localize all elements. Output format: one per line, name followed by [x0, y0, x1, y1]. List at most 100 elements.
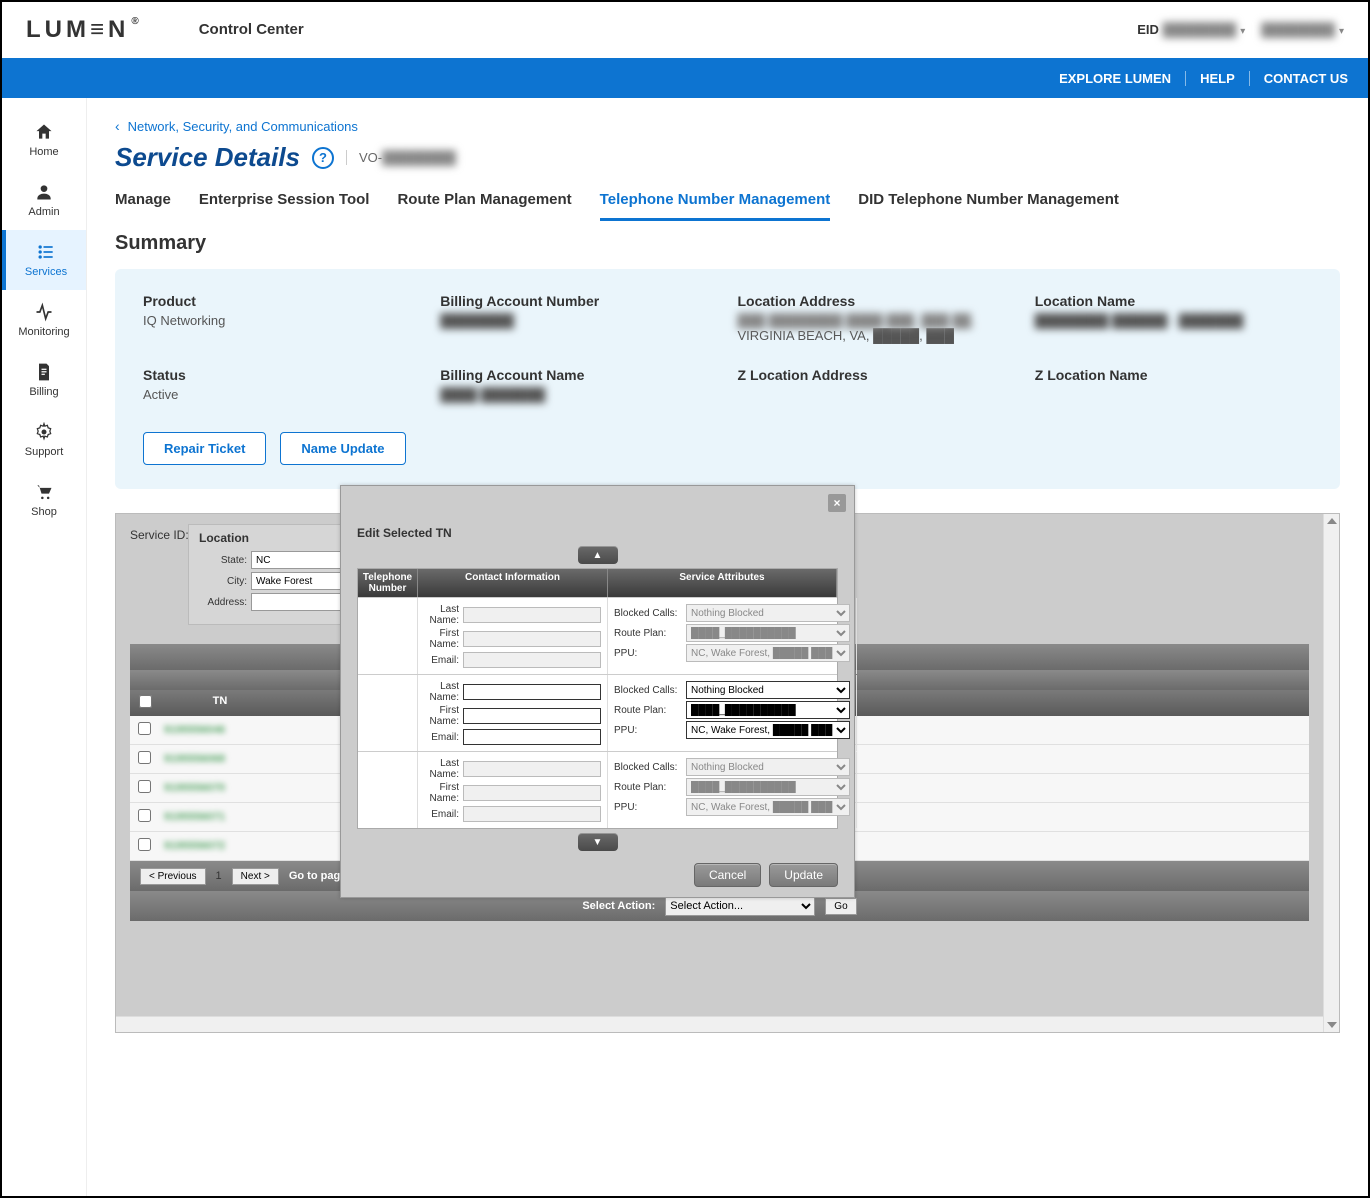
product-label: Product — [143, 293, 420, 309]
summary-card: Product IQ Networking Billing Account Num… — [115, 269, 1340, 489]
blocked-select[interactable]: Nothing Blocked — [686, 604, 850, 622]
tn-cell[interactable]: 9195556046 — [160, 724, 280, 736]
tn-cell[interactable]: 9195556071 — [160, 811, 280, 823]
next-page-button-2[interactable]: Next > — [232, 868, 279, 885]
chevron-down-icon: ▾ — [1240, 26, 1245, 37]
loc-name-label: Location Name — [1035, 293, 1312, 309]
tab-tn-management[interactable]: Telephone Number Management — [600, 191, 831, 221]
page-number-2: 1 — [216, 870, 222, 882]
sidebar-item-label: Support — [25, 446, 64, 458]
route-select[interactable]: ████_██████████ — [686, 624, 850, 642]
sidebar-item-services[interactable]: Services — [2, 230, 86, 290]
email-input[interactable] — [463, 652, 601, 668]
blocked-select[interactable]: Nothing Blocked — [686, 758, 850, 776]
vo-id: VO-████████ — [346, 150, 456, 165]
help-icon[interactable]: ? — [312, 147, 334, 169]
route-select[interactable]: ████_██████████ — [686, 778, 850, 796]
explore-lumen-link[interactable]: EXPLORE LUMEN — [1045, 71, 1186, 86]
contact-us-link[interactable]: CONTACT US — [1250, 71, 1348, 86]
page-title: Service Details — [115, 142, 300, 173]
sidebar-item-admin[interactable]: Admin — [2, 170, 86, 230]
row-checkbox[interactable] — [138, 751, 151, 764]
ppu-select[interactable]: NC, Wake Forest, █████ ███ — [686, 798, 850, 816]
row-checkbox[interactable] — [138, 809, 151, 822]
scroll-down-button[interactable]: ▼ — [578, 833, 618, 851]
ban-label: Billing Account Number — [440, 293, 717, 309]
sidebar-item-label: Admin — [28, 206, 59, 218]
ban-name-value: ████ ███████ — [440, 387, 717, 402]
route-select[interactable]: ████_██████████ — [686, 701, 850, 719]
eid-dropdown[interactable]: EID ████████▾ — [1137, 22, 1245, 37]
loc-name-value: ████████ ██████ - ███████ — [1035, 313, 1312, 328]
first-name-input[interactable] — [463, 708, 601, 724]
first-name-input[interactable] — [463, 785, 601, 801]
cancel-button[interactable]: Cancel — [694, 863, 761, 887]
service-id-label: Service ID: — [130, 528, 189, 542]
tn-cell[interactable]: 9195556072 — [160, 840, 280, 852]
help-link[interactable]: HELP — [1186, 71, 1250, 86]
breadcrumb[interactable]: ‹ Network, Security, and Communications — [115, 118, 1340, 134]
loc-addr-value: ███ ████████ ████ ███, ███ ██,VIRGINIA B… — [738, 313, 1015, 343]
go-button-3[interactable]: Go — [825, 898, 856, 915]
first-name-input[interactable] — [463, 631, 601, 647]
row-checkbox[interactable] — [138, 722, 151, 735]
ban-name-label: Billing Account Name — [440, 367, 717, 383]
sidebar-item-label: Monitoring — [18, 326, 69, 338]
sidebar-item-shop[interactable]: Shop — [2, 470, 86, 530]
tab-enterprise-session[interactable]: Enterprise Session Tool — [199, 191, 370, 221]
vertical-scrollbar[interactable] — [1323, 514, 1339, 1032]
sidebar-item-support[interactable]: Support — [2, 410, 86, 470]
tab-did-tn-management[interactable]: DID Telephone Number Management — [858, 191, 1119, 221]
last-name-input[interactable] — [463, 607, 601, 623]
invoice-icon — [34, 362, 54, 382]
modal-col-sa: Service Attributes — [608, 569, 837, 597]
blocked-select[interactable]: Nothing Blocked — [686, 681, 850, 699]
modal-col-ci: Contact Information — [418, 569, 608, 597]
tn-cell[interactable]: 9195556070 — [160, 782, 280, 794]
update-button[interactable]: Update — [769, 863, 838, 887]
brand-logo: LUM≡N® — [26, 16, 143, 44]
sidebar-item-label: Shop — [31, 506, 57, 518]
ban-value: ████████ — [440, 313, 717, 328]
email-input[interactable] — [463, 806, 601, 822]
tab-manage[interactable]: Manage — [115, 191, 171, 221]
modal-title: Edit Selected TN — [341, 486, 854, 546]
row-checkbox[interactable] — [138, 780, 151, 793]
zloc-name-label: Z Location Name — [1035, 367, 1312, 383]
sidebar-item-home[interactable]: Home — [2, 110, 86, 170]
section-title: Summary — [115, 232, 1340, 255]
sidebar-item-monitoring[interactable]: Monitoring — [2, 290, 86, 350]
last-name-input[interactable] — [463, 684, 601, 700]
prev-page-button-2[interactable]: < Previous — [140, 868, 206, 885]
activity-icon — [34, 302, 54, 322]
ppu-select[interactable]: NC, Wake Forest, █████ ███ — [686, 721, 850, 739]
modal-table: Telephone Number Contact Information Ser… — [357, 568, 838, 829]
product-value: IQ Networking — [143, 313, 420, 328]
zloc-addr-label: Z Location Address — [738, 367, 1015, 383]
loc-addr-label: Location Address — [738, 293, 1015, 309]
select-all-checkbox[interactable] — [139, 695, 152, 708]
sidebar-item-billing[interactable]: Billing — [2, 350, 86, 410]
chevron-down-icon: ▾ — [1339, 26, 1344, 37]
horizontal-scrollbar[interactable] — [116, 1016, 1323, 1032]
close-icon[interactable]: × — [828, 494, 846, 512]
row-checkbox[interactable] — [138, 838, 151, 851]
app-title: Control Center — [199, 21, 304, 38]
sidebar-item-label: Services — [25, 266, 67, 278]
sidebar-item-label: Home — [29, 146, 58, 158]
email-input[interactable] — [463, 729, 601, 745]
sidebar-item-label: Billing — [29, 386, 58, 398]
user-icon — [34, 182, 54, 202]
user-dropdown[interactable]: ████████▾ — [1261, 22, 1344, 37]
tn-cell[interactable]: 9195556068 — [160, 753, 280, 765]
select-action-dropdown[interactable]: Select Action... — [665, 896, 815, 916]
col-tn: TN — [160, 695, 280, 711]
repair-ticket-button[interactable]: Repair Ticket — [143, 432, 266, 465]
ppu-select[interactable]: NC, Wake Forest, █████ ███ — [686, 644, 850, 662]
scroll-up-button[interactable]: ▲ — [578, 546, 618, 564]
last-name-input[interactable] — [463, 761, 601, 777]
name-update-button[interactable]: Name Update — [280, 432, 405, 465]
tab-route-plan[interactable]: Route Plan Management — [397, 191, 571, 221]
edit-tn-modal: × Edit Selected TN ▲ Telephone Number Co… — [340, 485, 855, 898]
cart-icon — [34, 482, 54, 502]
